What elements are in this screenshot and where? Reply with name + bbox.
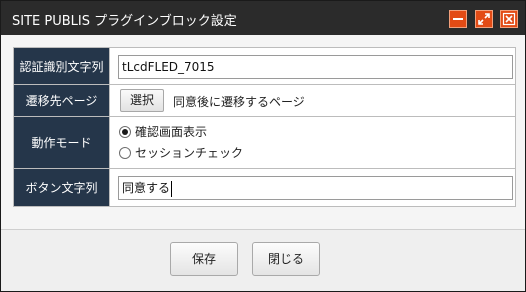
dialog-content: 認証識別文字列 tLcdFLED_7015 遷移先ページ 選択 同意後に遷移する…	[1, 35, 525, 229]
maximize-button[interactable]	[475, 10, 493, 28]
plugin-block-settings-dialog: SITE PUBLIS プラグインブロック設定 認証識別文字列 tLcdFLED…	[0, 0, 526, 292]
mode-option-confirm-label: 確認画面表示	[135, 125, 208, 139]
auth-id-label: 認証識別文字列	[14, 48, 110, 84]
title-bar[interactable]: SITE PUBLIS プラグインブロック設定	[1, 1, 525, 35]
redirect-page-label: 遷移先ページ	[14, 85, 110, 116]
button-text-label: ボタン文字列	[14, 169, 110, 206]
close-icon	[502, 12, 516, 26]
minimize-button[interactable]	[449, 10, 467, 28]
close-window-button[interactable]	[500, 10, 518, 28]
radio-button[interactable]	[119, 146, 131, 159]
maximize-icon	[478, 13, 490, 25]
radio-button-selected[interactable]	[119, 125, 131, 138]
button-text-value: 同意する	[122, 181, 171, 195]
redirect-page-note: 同意後に遷移するページ	[173, 95, 305, 109]
text-caret	[171, 180, 173, 197]
save-button[interactable]: 保存	[170, 242, 238, 276]
window-title: SITE PUBLIS プラグインブロック設定	[12, 14, 237, 29]
select-page-button[interactable]: 選択	[120, 89, 164, 112]
mode-option-confirm[interactable]: 確認画面表示	[119, 123, 207, 140]
dialog-footer: 保存 閉じる	[1, 229, 525, 291]
mode-option-session-check-label: セッションチェック	[135, 146, 244, 160]
mode-option-session-check[interactable]: セッションチェック	[119, 144, 243, 161]
close-button[interactable]: 閉じる	[252, 242, 320, 276]
mode-row: 動作モード 確認画面表示 セッションチェック	[13, 117, 516, 169]
auth-id-input[interactable]: tLcdFLED_7015	[118, 55, 513, 79]
mode-label: 動作モード	[14, 117, 110, 168]
auth-id-row: 認証識別文字列 tLcdFLED_7015	[13, 47, 516, 85]
minimize-icon	[453, 18, 463, 20]
button-text-input[interactable]: 同意する	[118, 176, 513, 200]
button-text-row: ボタン文字列 同意する	[13, 169, 516, 207]
redirect-page-row: 遷移先ページ 選択 同意後に遷移するページ	[13, 85, 516, 117]
